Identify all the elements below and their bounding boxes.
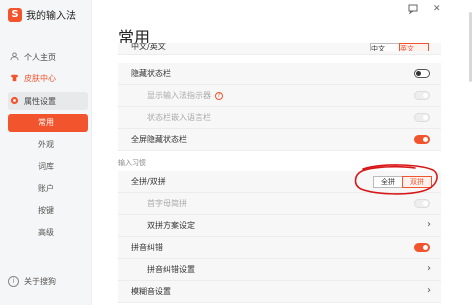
- about-label: 关于搜狗: [24, 277, 56, 286]
- row-initial-abbreviation: 首字母简拼: [118, 193, 441, 215]
- sidebar-subitem-common[interactable]: 常用: [8, 114, 88, 132]
- row-label: 状态栏嵌入语言栏: [147, 113, 211, 122]
- sidebar-subitem-lexicon[interactable]: 词库: [8, 158, 88, 176]
- row-label: 首字母简拼: [147, 199, 187, 208]
- show-indicator-toggle: [414, 91, 430, 100]
- row-label: 显示输入法指示器: [147, 91, 211, 100]
- app-logo: S: [8, 7, 22, 22]
- cn-en-segment[interactable]: 中文 英文: [370, 43, 429, 51]
- info-icon: i: [8, 276, 19, 287]
- chevron-right-icon[interactable]: ›: [427, 219, 431, 230]
- sidebar-item-attribute-settings[interactable]: 属性设置: [8, 92, 88, 110]
- row-pinyin-correction: 拼音纠错: [118, 237, 441, 259]
- sidebar-item-label: 个人主页: [24, 52, 56, 62]
- sidebar-item-label: 皮肤中心: [24, 73, 56, 83]
- settings-window: S 我的输入法 个人主页 皮肤中心 属性设置 常用 外观 词库 账户 按键 高级: [0, 0, 474, 305]
- sidebar-item-skin-center[interactable]: 皮肤中心: [8, 69, 88, 87]
- section-input-habit: 输入习惯: [118, 159, 146, 167]
- row-embed-language-bar: 状态栏嵌入语言栏: [118, 107, 441, 129]
- about-sogou-link[interactable]: i 关于搜狗: [8, 276, 56, 287]
- sidebar-subitem-account[interactable]: 账户: [8, 180, 88, 198]
- row-label: 全拼/双拼: [131, 177, 166, 186]
- hide-status-bar-toggle[interactable]: [414, 69, 430, 78]
- row-double-pinyin-scheme[interactable]: 双拼方案设定 ›: [118, 215, 441, 237]
- row-show-indicator: 显示输入法指示器 ?: [118, 85, 441, 107]
- sidebar-subitem-appearance[interactable]: 外观: [8, 136, 88, 154]
- initial-abbreviation-toggle: [414, 199, 430, 208]
- app-header: S 我的输入法: [8, 7, 76, 22]
- row-label: 全屏隐藏状态栏: [131, 135, 187, 144]
- segment-option-double-pinyin[interactable]: 双拼: [402, 176, 432, 188]
- sidebar-item-label: 属性设置: [24, 96, 56, 106]
- sidebar-subitem-keys[interactable]: 按键: [8, 202, 88, 220]
- fullscreen-hide-toggle[interactable]: [414, 135, 430, 144]
- segment-option-full-pinyin[interactable]: 全拼: [373, 176, 403, 188]
- settings-icon: [8, 96, 20, 107]
- row-label: 隐藏状态栏: [131, 69, 171, 78]
- segment-option-english[interactable]: 英文: [399, 43, 429, 51]
- chevron-right-icon[interactable]: ›: [427, 263, 431, 274]
- row-label: 拼音纠错: [131, 243, 163, 252]
- row-label: 双拼方案设定: [147, 221, 195, 230]
- row-fullscreen-hide-status-bar: 全屏隐藏状态栏: [118, 129, 441, 151]
- sidebar: S 我的输入法 个人主页 皮肤中心 属性设置 常用 外观 词库 账户 按键 高级: [0, 0, 92, 305]
- row-label: 拼音纠错设置: [147, 265, 195, 274]
- pinyin-correction-toggle[interactable]: [414, 243, 430, 252]
- close-icon[interactable]: ✕: [433, 4, 441, 14]
- feedback-icon[interactable]: [408, 4, 418, 17]
- row-pinyin-correction-settings[interactable]: 拼音纠错设置 ›: [118, 259, 441, 281]
- row-fuzzy-sound-settings[interactable]: 模糊音设置 ›: [118, 281, 441, 303]
- person-icon: [8, 51, 20, 63]
- app-title: 我的输入法: [26, 11, 76, 22]
- row-hide-status-bar: 隐藏状态栏: [118, 63, 441, 85]
- embed-language-bar-toggle: [414, 113, 430, 122]
- scrollbar[interactable]: [469, 12, 472, 82]
- skin-icon: [8, 73, 20, 84]
- help-icon[interactable]: ?: [215, 91, 223, 100]
- chevron-right-icon[interactable]: ›: [427, 285, 431, 296]
- pinyin-mode-segment[interactable]: 全拼 双拼: [373, 176, 432, 188]
- row-full-double-pinyin: 全拼/双拼 全拼 双拼: [118, 171, 441, 193]
- row-label: 中文/英文: [131, 43, 166, 51]
- sidebar-item-profile[interactable]: 个人主页: [8, 48, 88, 66]
- row-label: 模糊音设置: [131, 287, 171, 296]
- sidebar-subitem-advanced[interactable]: 高级: [8, 224, 88, 242]
- segment-option-chinese[interactable]: 中文: [370, 43, 400, 51]
